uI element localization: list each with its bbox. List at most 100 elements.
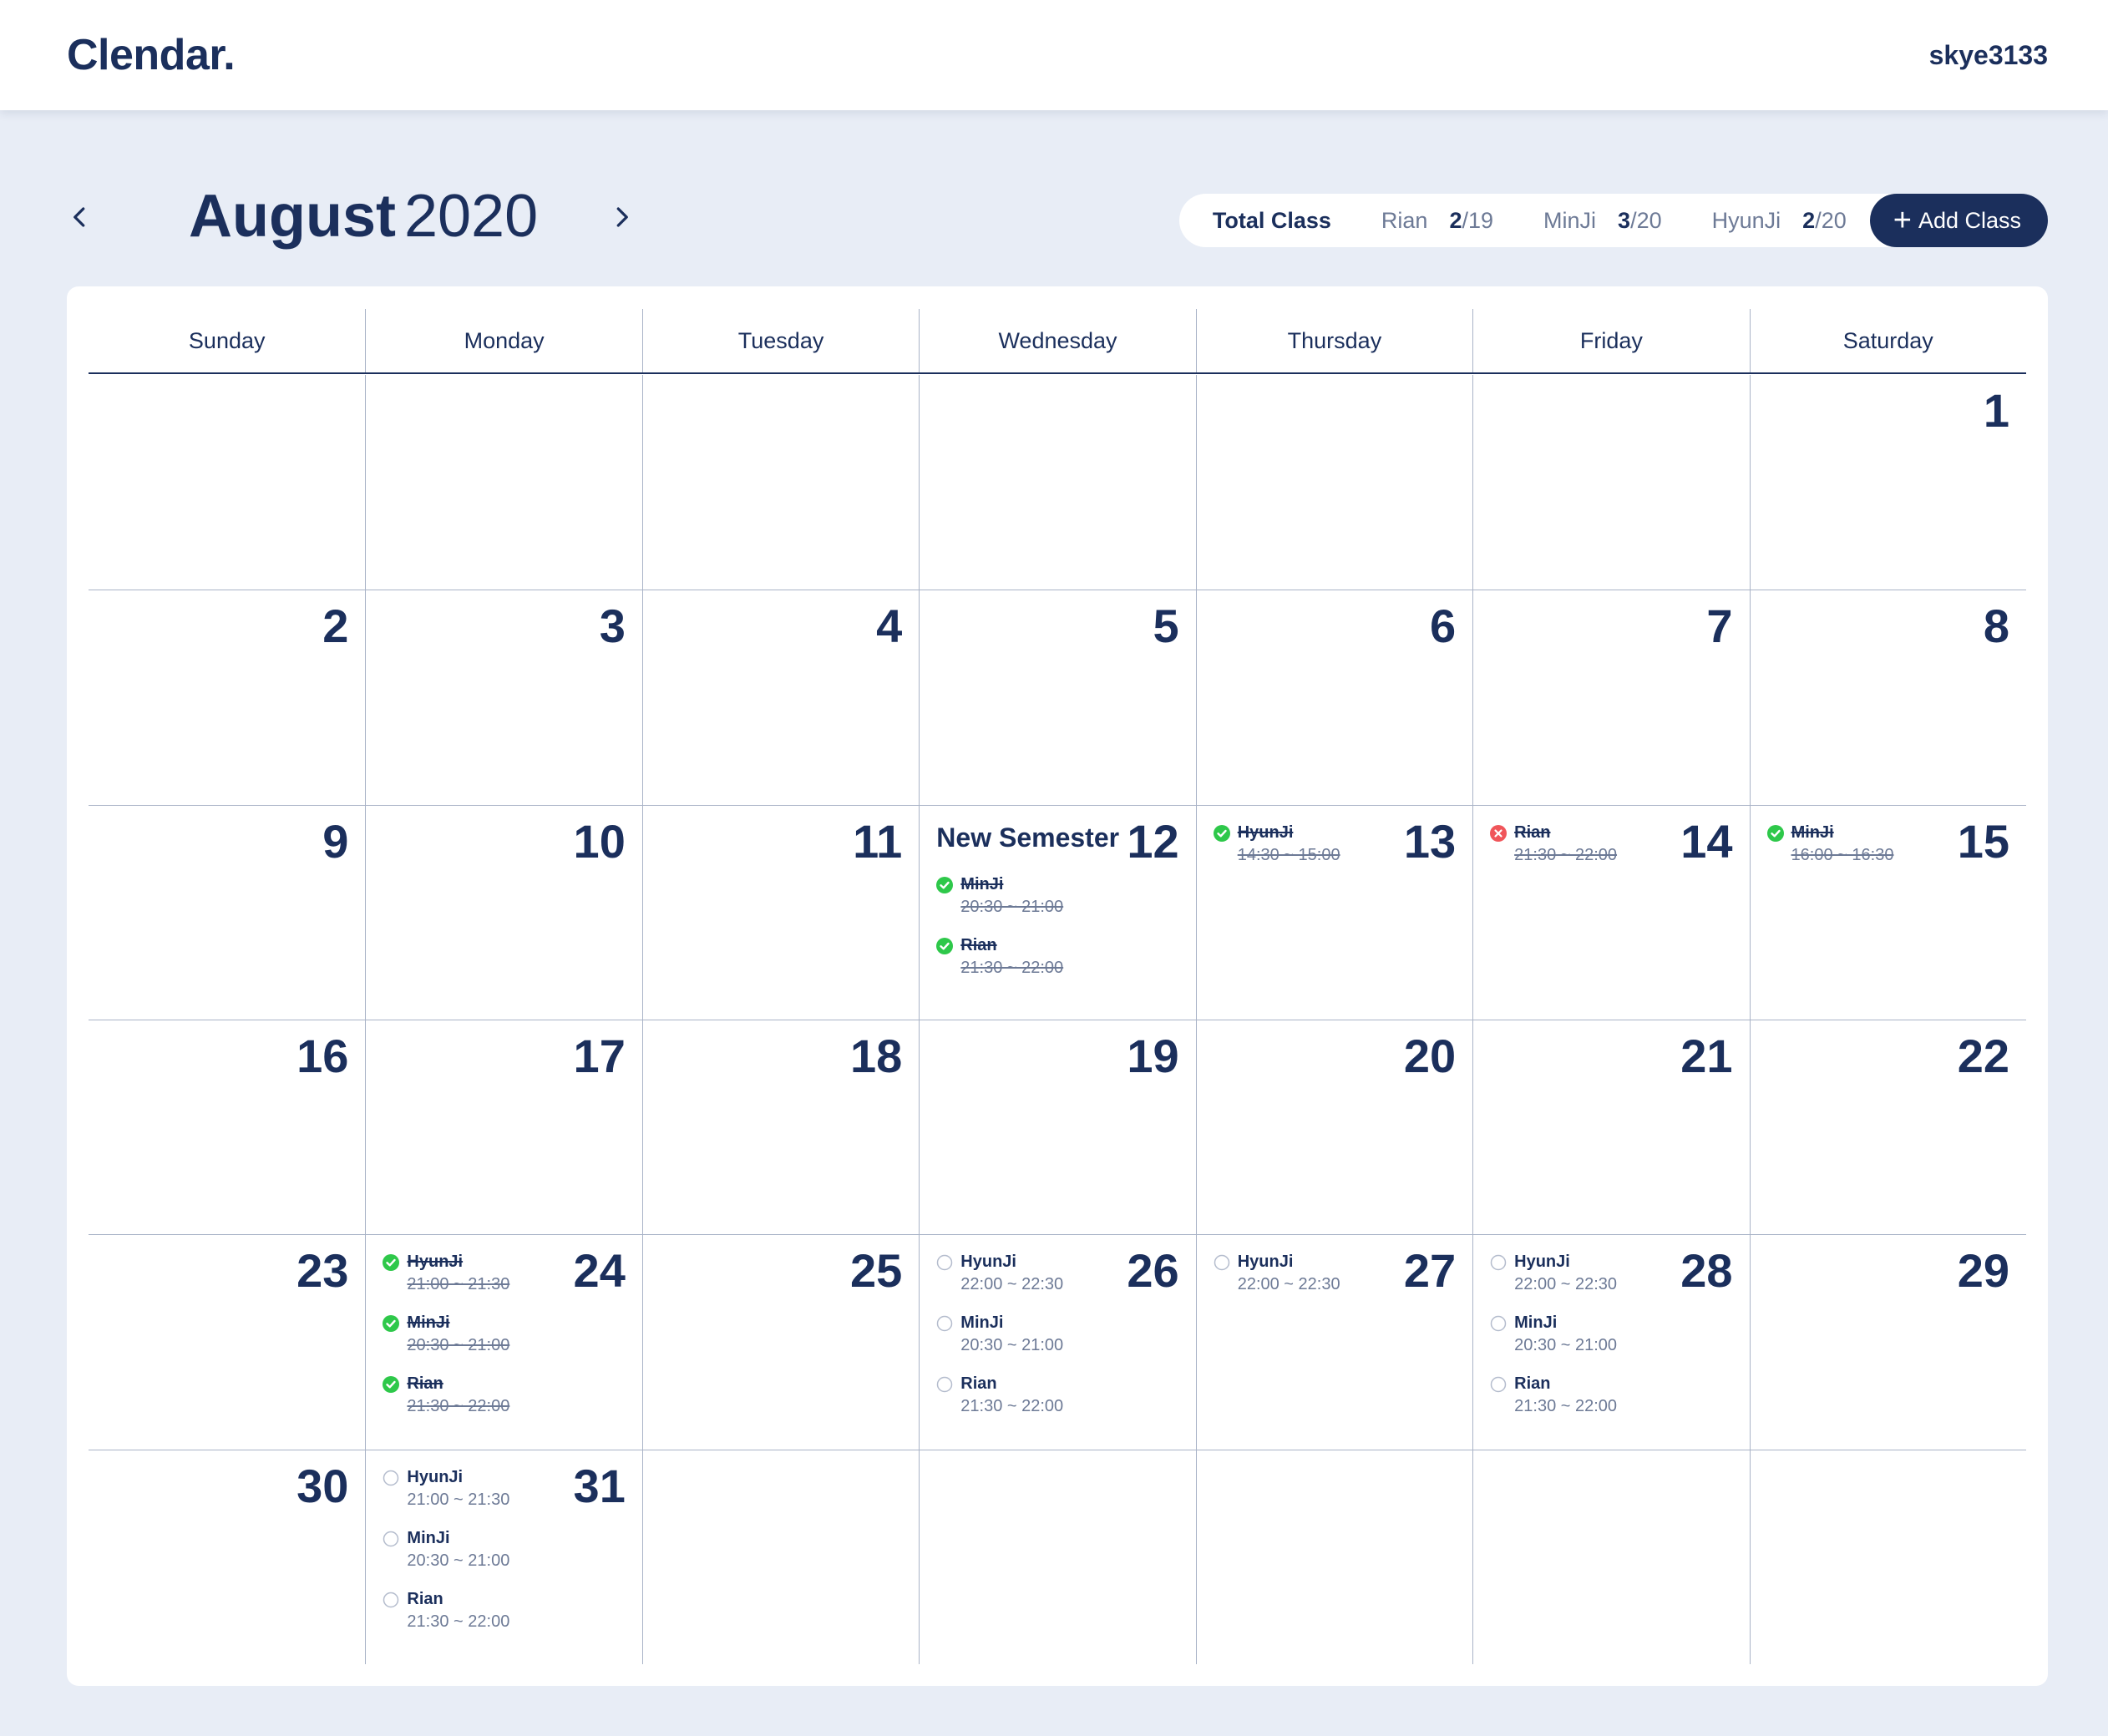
day-cell[interactable] bbox=[1749, 1449, 2026, 1664]
class-text: Rian 21:30 ~ 22:00 bbox=[1514, 822, 1617, 867]
circle-outline-icon[interactable] bbox=[936, 1315, 953, 1332]
day-cell[interactable]: 29 bbox=[1749, 1234, 2026, 1450]
day-cell[interactable]: 5 bbox=[919, 590, 1196, 805]
class-item[interactable]: HyunJi 22:00 ~ 22:30 bbox=[1490, 1252, 1617, 1296]
class-item[interactable]: MinJi 20:30 ~ 21:00 bbox=[383, 1528, 509, 1572]
day-cell[interactable]: 27 HyunJi 22:00 ~ 22:30 bbox=[1195, 1234, 1473, 1450]
class-item[interactable]: Rian 21:30 ~ 22:00 bbox=[936, 1374, 1063, 1418]
day-cell[interactable]: 12 New Semester MinJi 20:30 ~ 21:00 Rian 21:3… bbox=[919, 804, 1196, 1020]
day-cell[interactable] bbox=[919, 1449, 1196, 1664]
class-text: HyunJi 22:00 ~ 22:30 bbox=[1514, 1252, 1617, 1296]
day-cell[interactable] bbox=[89, 375, 365, 590]
day-cell[interactable]: 25 bbox=[641, 1234, 920, 1450]
stat-name: Rian bbox=[1381, 207, 1428, 233]
class-item[interactable]: MinJi 16:00 ~ 16:30 bbox=[1766, 822, 1893, 867]
day-cell[interactable]: 22 bbox=[1749, 1020, 2026, 1235]
prev-month-button[interactable] bbox=[55, 192, 105, 242]
class-item[interactable]: HyunJi 21:00 ~ 21:30 bbox=[383, 1467, 509, 1511]
check-circle-icon[interactable] bbox=[383, 1376, 400, 1394]
day-cell[interactable] bbox=[641, 375, 919, 590]
day-cell[interactable]: 21 bbox=[1472, 1020, 1750, 1235]
day-cell[interactable]: 16 bbox=[89, 1020, 366, 1234]
x-circle-icon[interactable] bbox=[1490, 824, 1508, 842]
app-logo[interactable]: Clendar. bbox=[67, 30, 236, 80]
day-cell[interactable]: 24 HyunJi 21:00 ~ 21:30 MinJi 20:30 ~ 21:00 R… bbox=[365, 1234, 642, 1450]
month-label: August bbox=[189, 183, 396, 250]
day-cell[interactable]: 4 bbox=[641, 590, 920, 805]
day-cell[interactable]: 3 bbox=[365, 590, 642, 805]
day-cell[interactable]: 6 bbox=[1195, 590, 1473, 805]
day-cell[interactable]: 23 bbox=[89, 1234, 366, 1449]
day-cell[interactable] bbox=[641, 1449, 920, 1664]
class-time: 21:00 ~ 21:30 bbox=[407, 1275, 510, 1294]
event-title[interactable]: New Semester bbox=[936, 822, 1119, 853]
day-cell[interactable]: 14 Rian 21:30 ~ 22:00 bbox=[1472, 804, 1750, 1020]
day-cell[interactable]: 9 bbox=[89, 804, 366, 1020]
day-number: 29 bbox=[1957, 1244, 2009, 1298]
day-cell[interactable] bbox=[1472, 375, 1749, 590]
username[interactable]: skye3133 bbox=[1929, 40, 2048, 71]
class-item[interactable]: HyunJi 21:00 ~ 21:30 bbox=[383, 1252, 509, 1296]
day-cell[interactable]: 11 bbox=[641, 804, 920, 1020]
stat-done-count: 3 bbox=[1618, 207, 1631, 233]
circle-outline-icon[interactable] bbox=[1490, 1315, 1507, 1332]
day-cell[interactable]: 28 HyunJi 22:00 ~ 22:30 MinJi 20:30 ~ 21:00 R… bbox=[1472, 1234, 1750, 1450]
class-item[interactable]: Rian 21:30 ~ 22:00 bbox=[383, 1374, 509, 1418]
day-cell[interactable] bbox=[1472, 1449, 1750, 1664]
day-number: 28 bbox=[1680, 1244, 1733, 1298]
circle-outline-icon[interactable] bbox=[1490, 1376, 1507, 1393]
class-item[interactable]: HyunJi 22:00 ~ 22:30 bbox=[1214, 1252, 1340, 1296]
class-item[interactable]: HyunJi 22:00 ~ 22:30 bbox=[936, 1252, 1063, 1296]
day-cell[interactable]: 10 bbox=[365, 804, 642, 1020]
check-circle-icon[interactable] bbox=[383, 1315, 400, 1333]
class-item[interactable]: MinJi 20:30 ~ 21:00 bbox=[1490, 1313, 1617, 1357]
class-item[interactable]: Rian 21:30 ~ 22:00 bbox=[936, 935, 1063, 979]
day-cell[interactable] bbox=[1195, 375, 1472, 590]
day-number: 30 bbox=[296, 1459, 349, 1512]
class-student-name: HyunJi bbox=[407, 1253, 464, 1272]
day-cell[interactable] bbox=[365, 375, 641, 590]
check-circle-icon[interactable] bbox=[936, 937, 954, 954]
class-item[interactable]: MinJi 20:30 ~ 21:00 bbox=[936, 874, 1063, 919]
class-item[interactable]: Rian 21:30 ~ 22:00 bbox=[383, 1589, 509, 1633]
plus-icon: + bbox=[1893, 203, 1912, 238]
class-item[interactable]: Rian 21:30 ~ 22:00 bbox=[1490, 1374, 1617, 1418]
day-cell[interactable]: 30 bbox=[89, 1449, 366, 1664]
circle-outline-icon[interactable] bbox=[383, 1470, 399, 1486]
day-number: 17 bbox=[573, 1030, 626, 1082]
day-cell[interactable]: 20 bbox=[1195, 1020, 1473, 1235]
day-cell[interactable]: 17 bbox=[365, 1020, 642, 1235]
add-class-button[interactable]: + Add Class bbox=[1869, 194, 2048, 247]
circle-outline-icon[interactable] bbox=[383, 1592, 399, 1608]
class-student-name: HyunJi bbox=[1514, 1253, 1570, 1272]
class-item[interactable]: MinJi 20:30 ~ 21:00 bbox=[936, 1313, 1063, 1357]
day-cell[interactable]: 1 bbox=[1749, 375, 2026, 590]
class-item[interactable]: MinJi 20:30 ~ 21:00 bbox=[383, 1313, 509, 1357]
day-cell[interactable]: 18 bbox=[641, 1020, 920, 1235]
circle-outline-icon[interactable] bbox=[936, 1376, 953, 1393]
stat-total-count: /20 bbox=[1815, 207, 1847, 233]
circle-outline-icon[interactable] bbox=[1490, 1254, 1507, 1271]
day-cell[interactable]: 8 bbox=[1749, 590, 2026, 805]
check-circle-icon[interactable] bbox=[1213, 824, 1230, 842]
day-cell[interactable]: 7 bbox=[1472, 590, 1750, 805]
circle-outline-icon[interactable] bbox=[1214, 1254, 1230, 1271]
circle-outline-icon[interactable] bbox=[383, 1531, 399, 1547]
day-cell[interactable] bbox=[919, 375, 1195, 590]
class-text: MinJi 20:30 ~ 21:00 bbox=[1514, 1313, 1617, 1357]
day-cell[interactable]: 15 MinJi 16:00 ~ 16:30 bbox=[1749, 804, 2026, 1020]
day-cell[interactable]: 19 bbox=[919, 1020, 1196, 1235]
check-circle-icon[interactable] bbox=[1766, 824, 1784, 842]
day-cell[interactable]: 2 bbox=[89, 590, 366, 804]
day-cell[interactable]: 26 HyunJi 22:00 ~ 22:30 MinJi 20:30 ~ 21:00 R… bbox=[919, 1234, 1196, 1450]
class-item[interactable]: HyunJi 14:30 ~ 15:00 bbox=[1213, 822, 1340, 867]
day-cell[interactable]: 13 HyunJi 14:30 ~ 15:00 bbox=[1195, 804, 1473, 1020]
circle-outline-icon[interactable] bbox=[936, 1254, 953, 1271]
check-circle-icon[interactable] bbox=[936, 876, 954, 893]
check-circle-icon[interactable] bbox=[383, 1254, 400, 1272]
class-item[interactable]: Rian 21:30 ~ 22:00 bbox=[1490, 822, 1617, 867]
day-cell[interactable]: 31 HyunJi 21:00 ~ 21:30 MinJi 20:30 ~ 21:00 R… bbox=[365, 1449, 642, 1664]
day-cell[interactable] bbox=[1195, 1449, 1473, 1664]
class-student-name: HyunJi bbox=[407, 1467, 464, 1486]
next-month-button[interactable] bbox=[596, 192, 646, 242]
